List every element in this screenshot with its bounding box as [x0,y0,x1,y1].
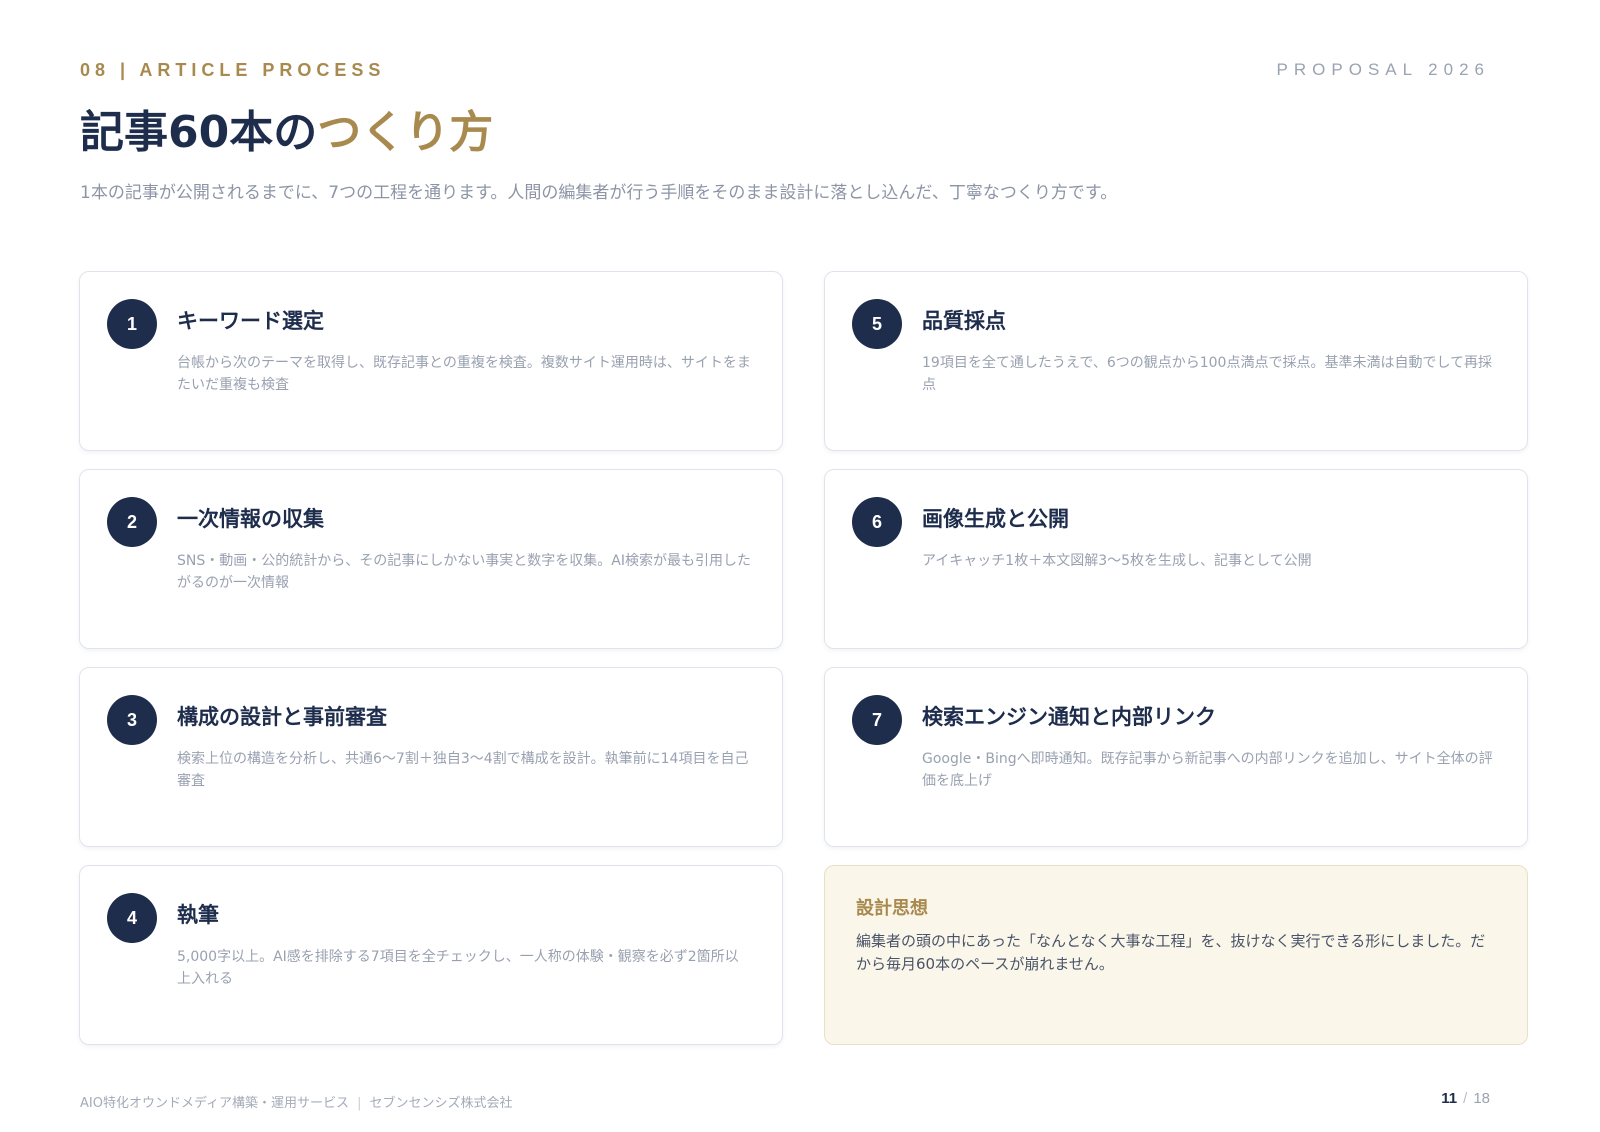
step-card-5: 5 品質採点 19項目を全て通したうえで、6つの観点から100点満点で採点。基準… [824,271,1528,451]
proposal-label: PROPOSAL 2026 [1276,60,1490,79]
step-description: SNS・動画・公的統計から、その記事にしかない事実と数字を収集。AI検索が最も引… [177,553,751,591]
page-title-accent: つくり方 [317,107,494,158]
step-card-2: 2 一次情報の収集 SNS・動画・公的統計から、その記事にしかない事実と数字を収… [79,469,783,649]
step-number-badge: 5 [852,299,902,349]
footer-service-info: AIO特化オウンドメディア構築・運用サービス | セブンセンシズ株式会社 [80,1092,512,1111]
step-title: 品質採点 [922,309,1006,333]
step-description: 19項目を全て通したうえで、6つの観点から100点満点で採点。基準未満は自動でし… [922,355,1493,393]
step-description: 検索上位の構造を分析し、共通6〜7割＋独自3〜4割で構成を設計。執筆前に14項目… [177,751,749,789]
step-title: キーワード選定 [177,309,324,333]
page-title-main: 記事60本の [80,107,318,158]
step-card-7: 7 検索エンジン通知と内部リンク Google・Bingへ即時通知。既存記事から… [824,667,1528,847]
footer-separator: | [357,1096,362,1111]
step-title: 一次情報の収集 [177,507,324,531]
step-description: 5,000字以上。AI感を排除する7項目を全チェックし、一人称の体験・観察を必ず… [177,949,739,987]
step-number-badge: 7 [852,695,902,745]
page-number-slash: / [1463,1090,1468,1107]
step-title: 執筆 [177,903,219,927]
step-number-badge: 2 [107,497,157,547]
step-number-badge: 3 [107,695,157,745]
page-subtitle: 1本の記事が公開されるまでに、7つの工程を通ります。人間の編集者が行う手順をその… [80,183,1118,203]
footer-service-name: AIO特化オウンドメディア構築・運用サービス [80,1096,350,1111]
step-title: 検索エンジン通知と内部リンク [922,705,1216,729]
page-number-total: 18 [1473,1090,1490,1107]
step-card-6: 6 画像生成と公開 アイキャッチ1枚＋本文図解3〜5枚を生成し、記事として公開 [824,469,1528,649]
section-label: 08 | ARTICLE PROCESS [80,60,386,80]
step-number-badge: 6 [852,497,902,547]
step-description: アイキャッチ1枚＋本文図解3〜5枚を生成し、記事として公開 [922,553,1312,569]
page-number: 11 / 18 [1441,1090,1490,1107]
footer-company-name: セブンセンシズ株式会社 [369,1096,513,1111]
step-card-1: 1 キーワード選定 台帳から次のテーマを取得し、既存記事との重複を検査。複数サイ… [79,271,783,451]
step-card-4: 4 執筆 5,000字以上。AI感を排除する7項目を全チェックし、一人称の体験・… [79,865,783,1045]
design-philosophy-card: 設計思想 編集者の頭の中にあった「なんとなく大事な工程」を、抜けなく実行できる形… [824,865,1528,1045]
process-steps-grid: 1 キーワード選定 台帳から次のテーマを取得し、既存記事との重複を検査。複数サイ… [79,271,1529,1045]
page-title: 記事60本のつくり方 [80,96,493,160]
page-number-current: 11 [1441,1090,1458,1107]
step-number-badge: 1 [107,299,157,349]
step-description: 台帳から次のテーマを取得し、既存記事との重複を検査。複数サイト運用時は、サイトを… [177,355,751,393]
step-title: 構成の設計と事前審査 [177,705,387,729]
step-title: 画像生成と公開 [922,507,1069,531]
step-card-3: 3 構成の設計と事前審査 検索上位の構造を分析し、共通6〜7割＋独自3〜4割で構… [79,667,783,847]
philosophy-text: 編集者の頭の中にあった「なんとなく大事な工程」を、抜けなく実行できる形にしました… [856,932,1486,973]
philosophy-title: 設計思想 [856,898,928,919]
step-number-badge: 4 [107,893,157,943]
step-description: Google・Bingへ即時通知。既存記事から新記事への内部リンクを追加し、サイ… [922,751,1493,789]
